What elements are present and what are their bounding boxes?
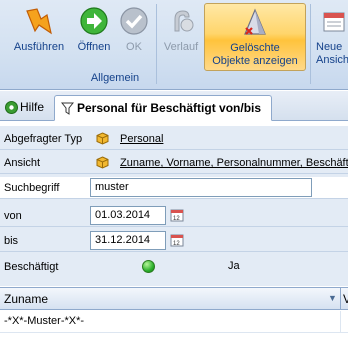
help-icon (5, 101, 18, 114)
new-view-label: Neue Ansicht (316, 41, 348, 66)
grid-header: Zuname ▼ V (0, 288, 348, 310)
to-date-row: bis 31.12.2014 12 (0, 230, 348, 252)
cube-icon (96, 132, 109, 145)
execute-label: Ausführen (13, 41, 65, 53)
status-green-icon (142, 260, 155, 273)
open-label: Öffnen (77, 41, 111, 53)
search-label: Suchbegriff (4, 182, 60, 194)
from-date-input[interactable]: 01.03.2014 (90, 206, 166, 225)
query-properties: Abgefragter Typ Personal Ansicht Zuname,… (0, 126, 348, 286)
arrow-right-icon (80, 7, 108, 35)
queried-type-row: Abgefragter Typ Personal (0, 128, 348, 150)
ribbon-group-label: Allgemein (90, 72, 140, 84)
queried-type-label: Abgefragter Typ (4, 133, 83, 145)
new-view-icon (323, 12, 345, 32)
check-icon (120, 7, 148, 35)
column-separator[interactable] (340, 288, 341, 310)
deleted-objects-icon (244, 8, 266, 35)
history-button[interactable]: Verlauf (160, 3, 202, 71)
ok-label: OK (126, 41, 142, 53)
column-header-surname[interactable]: Zuname (4, 292, 48, 306)
column-separator (340, 311, 341, 333)
history-label: Verlauf (163, 41, 199, 53)
filter-icon (61, 102, 74, 115)
ribbon: Ausführen Öffnen OK Verlauf Gelöschte Ob… (0, 0, 348, 90)
tab-help[interactable]: Hilfe (2, 95, 52, 121)
column-header-firstname[interactable]: V (343, 292, 348, 306)
to-date-input[interactable]: 31.12.2014 (90, 231, 166, 250)
cube-icon (96, 156, 109, 169)
employed-row: Beschäftigt Ja (0, 256, 348, 278)
calendar-icon[interactable]: 12 (170, 208, 184, 222)
from-date-label: von (4, 210, 22, 222)
tab-personal-query[interactable]: Personal für Beschäftigt von/bis (54, 95, 272, 121)
show-deleted-objects-label: Gelöschte Objekte anzeigen (212, 42, 298, 67)
from-date-row: von 01.03.2014 12 (0, 205, 348, 227)
ok-button[interactable]: OK (118, 3, 150, 71)
to-date-label: bis (4, 235, 19, 247)
view-label: Ansicht (4, 157, 41, 169)
history-icon (174, 10, 194, 32)
execute-button[interactable]: Ausführen (10, 3, 68, 71)
employed-label: Beschäftigt (4, 261, 59, 273)
table-row[interactable]: -*X*-Muster-*X*- (0, 311, 348, 333)
tab-personal-query-label: Personal für Beschäftigt von/bis (77, 101, 262, 115)
cell-surname: -*X*-Muster-*X*- (4, 315, 85, 327)
view-link[interactable]: Zuname, Vorname, Personalnummer, Beschäf… (120, 157, 348, 169)
calendar-icon[interactable]: 12 (170, 233, 184, 247)
new-view-button[interactable]: Neue Ansicht (314, 3, 348, 71)
tab-help-label: Hilfe (20, 100, 45, 114)
lightning-icon (26, 8, 52, 35)
open-button[interactable]: Öffnen (72, 3, 116, 71)
svg-text:12: 12 (173, 216, 180, 222)
sort-descending-icon[interactable]: ▼ (328, 293, 337, 303)
employed-value[interactable]: Ja (228, 260, 240, 272)
view-row: Ansicht Zuname, Vorname, Personalnummer,… (0, 152, 348, 174)
svg-text:12: 12 (173, 241, 180, 247)
search-input[interactable]: muster (90, 178, 312, 197)
show-deleted-objects-button[interactable]: Gelöschte Objekte anzeigen (204, 3, 306, 71)
tab-bar: Hilfe Personal für Beschäftigt von/bis (0, 91, 348, 121)
queried-type-link[interactable]: Personal (120, 133, 163, 145)
search-row: Suchbegriff muster (0, 177, 348, 199)
result-grid: Zuname ▼ V -*X*-Muster-*X*- (0, 287, 348, 340)
ribbon-separator (310, 4, 311, 84)
